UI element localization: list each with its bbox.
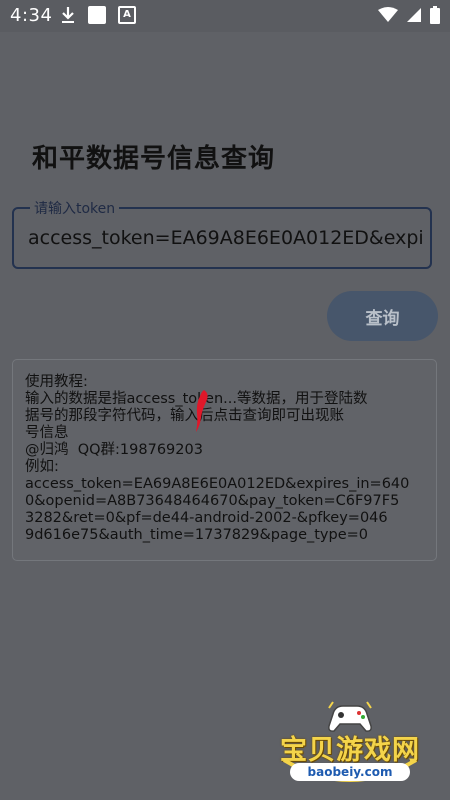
tutorial-line: 据号的那段字符代码，输入后点击查询即可出现账 xyxy=(25,408,344,424)
battery-icon xyxy=(430,6,440,24)
tutorial-line: access_token=EA69A8E6E0A012ED&expires_in… xyxy=(25,476,410,492)
page-title: 和平数据号信息查询 xyxy=(32,144,276,174)
white-square-icon xyxy=(88,6,106,24)
watermark: 宝贝游戏网 baobeiy.com xyxy=(270,700,430,792)
signal-icon xyxy=(407,8,421,22)
tutorial-line: 0&openid=A8B73648464670&pay_token=C6F97F… xyxy=(25,493,400,509)
tutorial-line: 例如: xyxy=(25,459,59,475)
query-button[interactable]: 查询 xyxy=(327,291,438,341)
token-input-label: 请输入token xyxy=(30,198,120,218)
status-time: 4:34 xyxy=(10,5,53,26)
a-icon: A xyxy=(118,6,136,24)
red-touch-mark xyxy=(196,390,208,432)
tutorial-card: 使用教程: 输入的数据是指access_token...等数据，用于登陆数 据号… xyxy=(12,359,437,561)
tutorial-line: @归鸿 QQ群:198769203 xyxy=(25,442,203,458)
tutorial-line: 9d616e75&auth_time=1737829&page_type=0 xyxy=(25,527,369,543)
notification-icons: A xyxy=(60,6,136,24)
status-bar: 4:34 A xyxy=(0,0,450,32)
tutorial-line: 输入的数据是指access_token...等数据，用于登陆数 xyxy=(25,391,368,407)
tutorial-line: 号信息 xyxy=(25,425,69,441)
tutorial-text: 使用教程: 输入的数据是指access_token...等数据，用于登陆数 据号… xyxy=(25,374,425,544)
token-input[interactable]: access_token=EA69A8E6E0A012ED&expires_in… xyxy=(28,227,424,249)
system-icons xyxy=(378,6,440,24)
tutorial-line: 3282&ret=0&pf=de44-android-2002-&pfkey=0… xyxy=(25,510,388,526)
tutorial-line: 使用教程: xyxy=(25,374,88,390)
wifi-icon xyxy=(378,7,398,22)
watermark-url: baobeiy.com xyxy=(290,763,410,781)
download-icon xyxy=(62,7,74,23)
token-input-field[interactable]: 请输入token access_token=EA69A8E6E0A012ED&e… xyxy=(12,198,432,269)
token-input-value: access_token=EA69A8E6E0A012ED&expires_in… xyxy=(28,227,424,249)
